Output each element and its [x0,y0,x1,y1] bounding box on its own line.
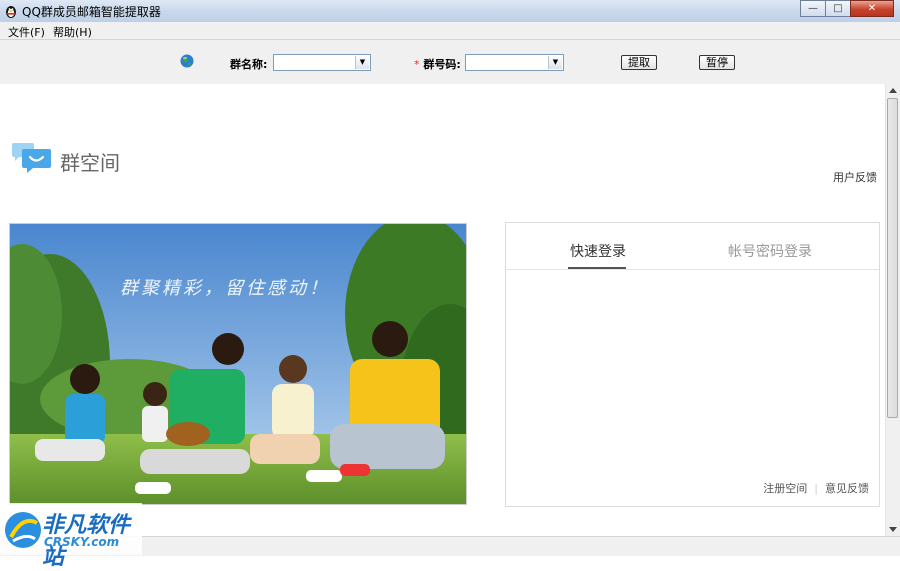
tab-divider [506,269,879,270]
vertical-scrollbar[interactable] [885,84,900,536]
group-name-select[interactable]: ▼ [273,54,371,71]
close-button[interactable]: ✕ [850,0,894,17]
scroll-down-arrow-icon[interactable] [889,527,897,532]
minimize-button[interactable]: — [800,0,826,17]
menu-file[interactable]: 文件(F) [8,24,45,40]
watermark-english-text: CRSKY.com [44,535,120,549]
extract-button[interactable]: 提取 [621,55,657,70]
menu-bar: 文件(F) 帮助(H) [0,22,900,40]
register-space-link[interactable]: 注册空间 [763,482,807,495]
link-separator: | [814,482,818,495]
chat-bubble-logo-icon [12,143,51,173]
login-panel: 快速登录 帐号密码登录 注册空间 | 意见反馈 [505,222,880,507]
qq-penguin-icon [6,6,16,18]
banner-photo: 群聚精彩，留住感动！ [9,223,467,505]
banner-slogan: 群聚精彩，留住感动！ [120,278,330,299]
group-number-select[interactable]: ▼ [465,54,564,71]
window-controls: — □ ✕ [800,0,894,18]
tab-quick-login[interactable]: 快速登录 [570,241,626,261]
feedback-link[interactable]: 意见反馈 [825,482,869,495]
globe-icon [180,54,194,68]
tab-password-login[interactable]: 帐号密码登录 [728,241,812,261]
friends-on-grass-image [10,224,466,504]
group-number-label-wrap: * 群号码: [414,56,461,72]
chevron-down-icon[interactable]: ▼ [355,56,369,69]
pause-button[interactable]: 暂停 [699,55,735,70]
maximize-button[interactable]: □ [825,0,851,17]
window-title: QQ群成员邮箱智能提取器 [22,5,161,19]
required-mark: * [414,58,420,71]
embedded-webpage: 群空间 用户反馈 群聚精彩，留住感动！ 快速登录 帐号密码登录 注册空间 | 意… [1,84,885,536]
group-number-label: 群号码: [423,58,461,71]
group-space-logo-text: 群空间 [60,151,120,175]
site-watermark: 非凡软件站 CRSKY.com [0,503,142,570]
scrollbar-thumb[interactable] [887,98,898,418]
login-footer-links: 注册空间 | 意见反馈 [763,480,869,496]
chevron-down-icon[interactable]: ▼ [548,56,562,69]
title-bar: QQ群成员邮箱智能提取器 — □ ✕ [0,0,900,23]
crsky-logo-icon [5,512,41,548]
group-name-label: 群名称: [230,58,268,71]
user-feedback-link[interactable]: 用户反馈 [833,169,877,185]
scroll-up-arrow-icon[interactable] [889,88,897,93]
menu-help[interactable]: 帮助(H) [53,24,92,40]
